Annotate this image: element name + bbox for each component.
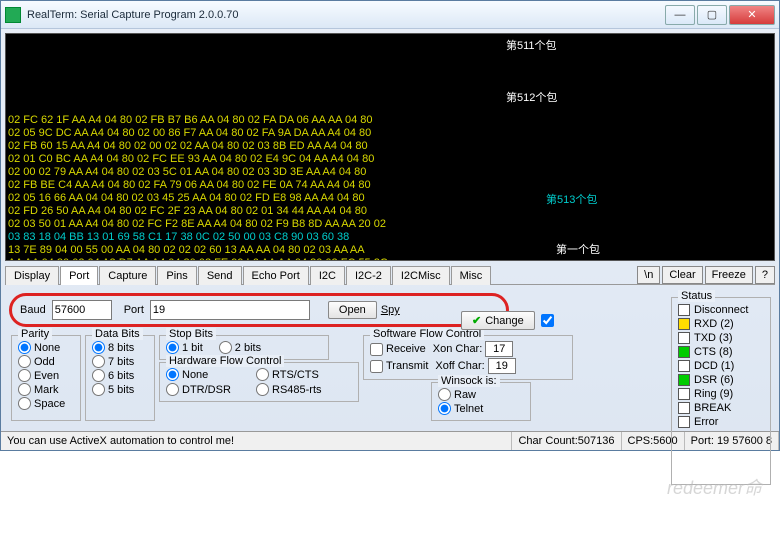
databits-group: Data Bits 8 bits7 bits6 bits5 bits — [85, 335, 155, 421]
clear-button[interactable]: Clear — [662, 266, 702, 284]
tab-misc[interactable]: Misc — [451, 266, 492, 285]
hex-row: 02 FC 62 1F AA A4 04 80 02 FB B7 B6 AA 0… — [8, 114, 772, 127]
tab-pins[interactable]: Pins — [157, 266, 196, 285]
hex-row: AA AA 04 80 02 04 A2 D7 AA A4 04 80 02 F… — [8, 257, 772, 261]
hwFlow-dtr/dsr[interactable] — [166, 383, 179, 396]
hex-row: 13 7E 89 04 00 55 00 AA 04 80 02 02 02 6… — [8, 244, 772, 257]
watermark: redeemer命 — [667, 474, 762, 500]
hex-output-pane: 第511个包 第512个包 第513个包 第一个包 02 FC 62 1F AA… — [5, 33, 775, 261]
status-dcd-1-: DCD (1) — [678, 360, 764, 372]
titlebar: RealTerm: Serial Capture Program 2.0.0.7… — [1, 1, 779, 29]
newline-button[interactable]: \n — [637, 266, 660, 284]
tab-capture[interactable]: Capture — [99, 266, 156, 285]
help-button[interactable]: ? — [755, 266, 775, 284]
window-title: RealTerm: Serial Capture Program 2.0.0.7… — [27, 9, 665, 21]
parity-even[interactable] — [18, 369, 31, 382]
port-config-row: Baud Port Open Spy — [9, 293, 509, 327]
parity-space[interactable] — [18, 397, 31, 410]
hwFlow-none[interactable] — [166, 368, 179, 381]
change-check[interactable] — [541, 314, 554, 327]
change-button[interactable]: ✔Change — [461, 311, 535, 330]
parity-mark[interactable] — [18, 383, 31, 396]
status-dsr-6-: DSR (6) — [678, 374, 764, 386]
baud-combo[interactable] — [52, 300, 112, 320]
status-disconnect: Disconnect — [678, 304, 764, 316]
status-led — [678, 374, 690, 386]
hex-row: 02 01 C0 BC AA A4 04 80 02 FC EE 93 AA 0… — [8, 153, 772, 166]
hwFlow-rts/cts[interactable] — [256, 368, 269, 381]
baud-label: Baud — [20, 304, 46, 316]
xoff-field[interactable] — [488, 358, 516, 374]
tab-i2c[interactable]: I2C — [310, 266, 345, 285]
status-break: BREAK — [678, 402, 764, 414]
port-label: Port — [124, 304, 144, 316]
stopBits-2-bits[interactable] — [219, 341, 232, 354]
winsock-raw[interactable] — [438, 388, 451, 401]
status-led — [678, 360, 690, 372]
hex-row: 03 83 18 04 BB 13 01 69 58 C1 17 38 0C 0… — [8, 231, 772, 244]
stopBits-1-bit[interactable] — [166, 341, 179, 354]
hwFlow-rs485-rts[interactable] — [256, 383, 269, 396]
app-icon — [5, 7, 21, 23]
open-button[interactable]: Open — [328, 301, 377, 319]
tab-display[interactable]: Display — [5, 266, 59, 285]
tab-port[interactable]: Port — [60, 266, 98, 285]
close-button[interactable]: ✕ — [729, 5, 775, 25]
annotation-511: 第511个包 — [506, 40, 557, 53]
parity-group: Parity NoneOddEvenMarkSpace — [11, 335, 81, 421]
tab-i2c-2[interactable]: I2C-2 — [346, 266, 391, 285]
receive-check[interactable] — [370, 343, 383, 356]
parity-odd[interactable] — [18, 355, 31, 368]
status-message: You can use ActiveX automation to contro… — [1, 432, 512, 450]
transmit-check[interactable] — [370, 360, 383, 373]
status-led — [678, 304, 690, 316]
status-led — [678, 332, 690, 344]
status-cts-8-: CTS (8) — [678, 346, 764, 358]
minimize-button[interactable]: — — [665, 5, 695, 25]
status-led — [678, 346, 690, 358]
char-count: Char Count:507136 — [512, 432, 621, 450]
status-bar: You can use ActiveX automation to contro… — [1, 431, 779, 450]
hex-row: 02 FB BE C4 AA A4 04 80 02 FA 79 06 AA 0… — [8, 179, 772, 192]
status-panel: Status DisconnectRXD (2)TXD (3)CTS (8)DC… — [671, 297, 771, 485]
hex-row: 02 05 16 66 AA 04 04 80 02 03 45 25 AA 0… — [8, 192, 772, 205]
dataBits-7-bits[interactable] — [92, 355, 105, 368]
hex-row: 02 FB 60 15 AA A4 04 80 02 00 02 02 AA 0… — [8, 140, 772, 153]
tab-i2cmisc[interactable]: I2CMisc — [392, 266, 450, 285]
status-led — [678, 416, 690, 428]
dataBits-5-bits[interactable] — [92, 383, 105, 396]
freeze-button[interactable]: Freeze — [705, 266, 753, 284]
tab-bar: DisplayPortCapturePinsSendEcho PortI2CI2… — [5, 265, 775, 285]
xon-field[interactable] — [485, 341, 513, 357]
swflow-group: Software Flow Control Receive Xon Char: … — [363, 335, 573, 380]
status-led — [678, 402, 690, 414]
hwflow-group: Hardware Flow Control NoneRTS/CTSDTR/DSR… — [159, 362, 359, 402]
status-ring-9-: Ring (9) — [678, 388, 764, 400]
parity-none[interactable] — [18, 341, 31, 354]
tab-send[interactable]: Send — [198, 266, 242, 285]
dataBits-6-bits[interactable] — [92, 369, 105, 382]
port-combo[interactable] — [150, 300, 310, 320]
status-error: Error — [678, 416, 764, 428]
check-icon: ✔ — [472, 314, 481, 327]
winsock-telnet[interactable] — [438, 402, 451, 415]
hex-row: 02 FD 26 50 AA A4 04 80 02 FC 2F 23 AA 0… — [8, 205, 772, 218]
hex-row: 02 05 9C DC AA A4 04 80 02 00 86 F7 AA 0… — [8, 127, 772, 140]
status-rxd-2-: RXD (2) — [678, 318, 764, 330]
spy-label[interactable]: Spy — [381, 304, 400, 316]
dataBits-8-bits[interactable] — [92, 341, 105, 354]
status-led — [678, 388, 690, 400]
maximize-button[interactable]: ▢ — [697, 5, 727, 25]
winsock-group: Winsock is: RawTelnet — [431, 382, 531, 421]
status-txd-3-: TXD (3) — [678, 332, 764, 344]
status-led — [678, 318, 690, 330]
tab-echo-port[interactable]: Echo Port — [243, 266, 309, 285]
hex-row: 02 00 02 79 AA A4 04 80 02 03 5C 01 AA 0… — [8, 166, 772, 179]
annotation-512: 第512个包 — [506, 92, 557, 105]
hex-row: 02 03 50 01 AA A4 04 80 02 FC F2 8E AA A… — [8, 218, 772, 231]
